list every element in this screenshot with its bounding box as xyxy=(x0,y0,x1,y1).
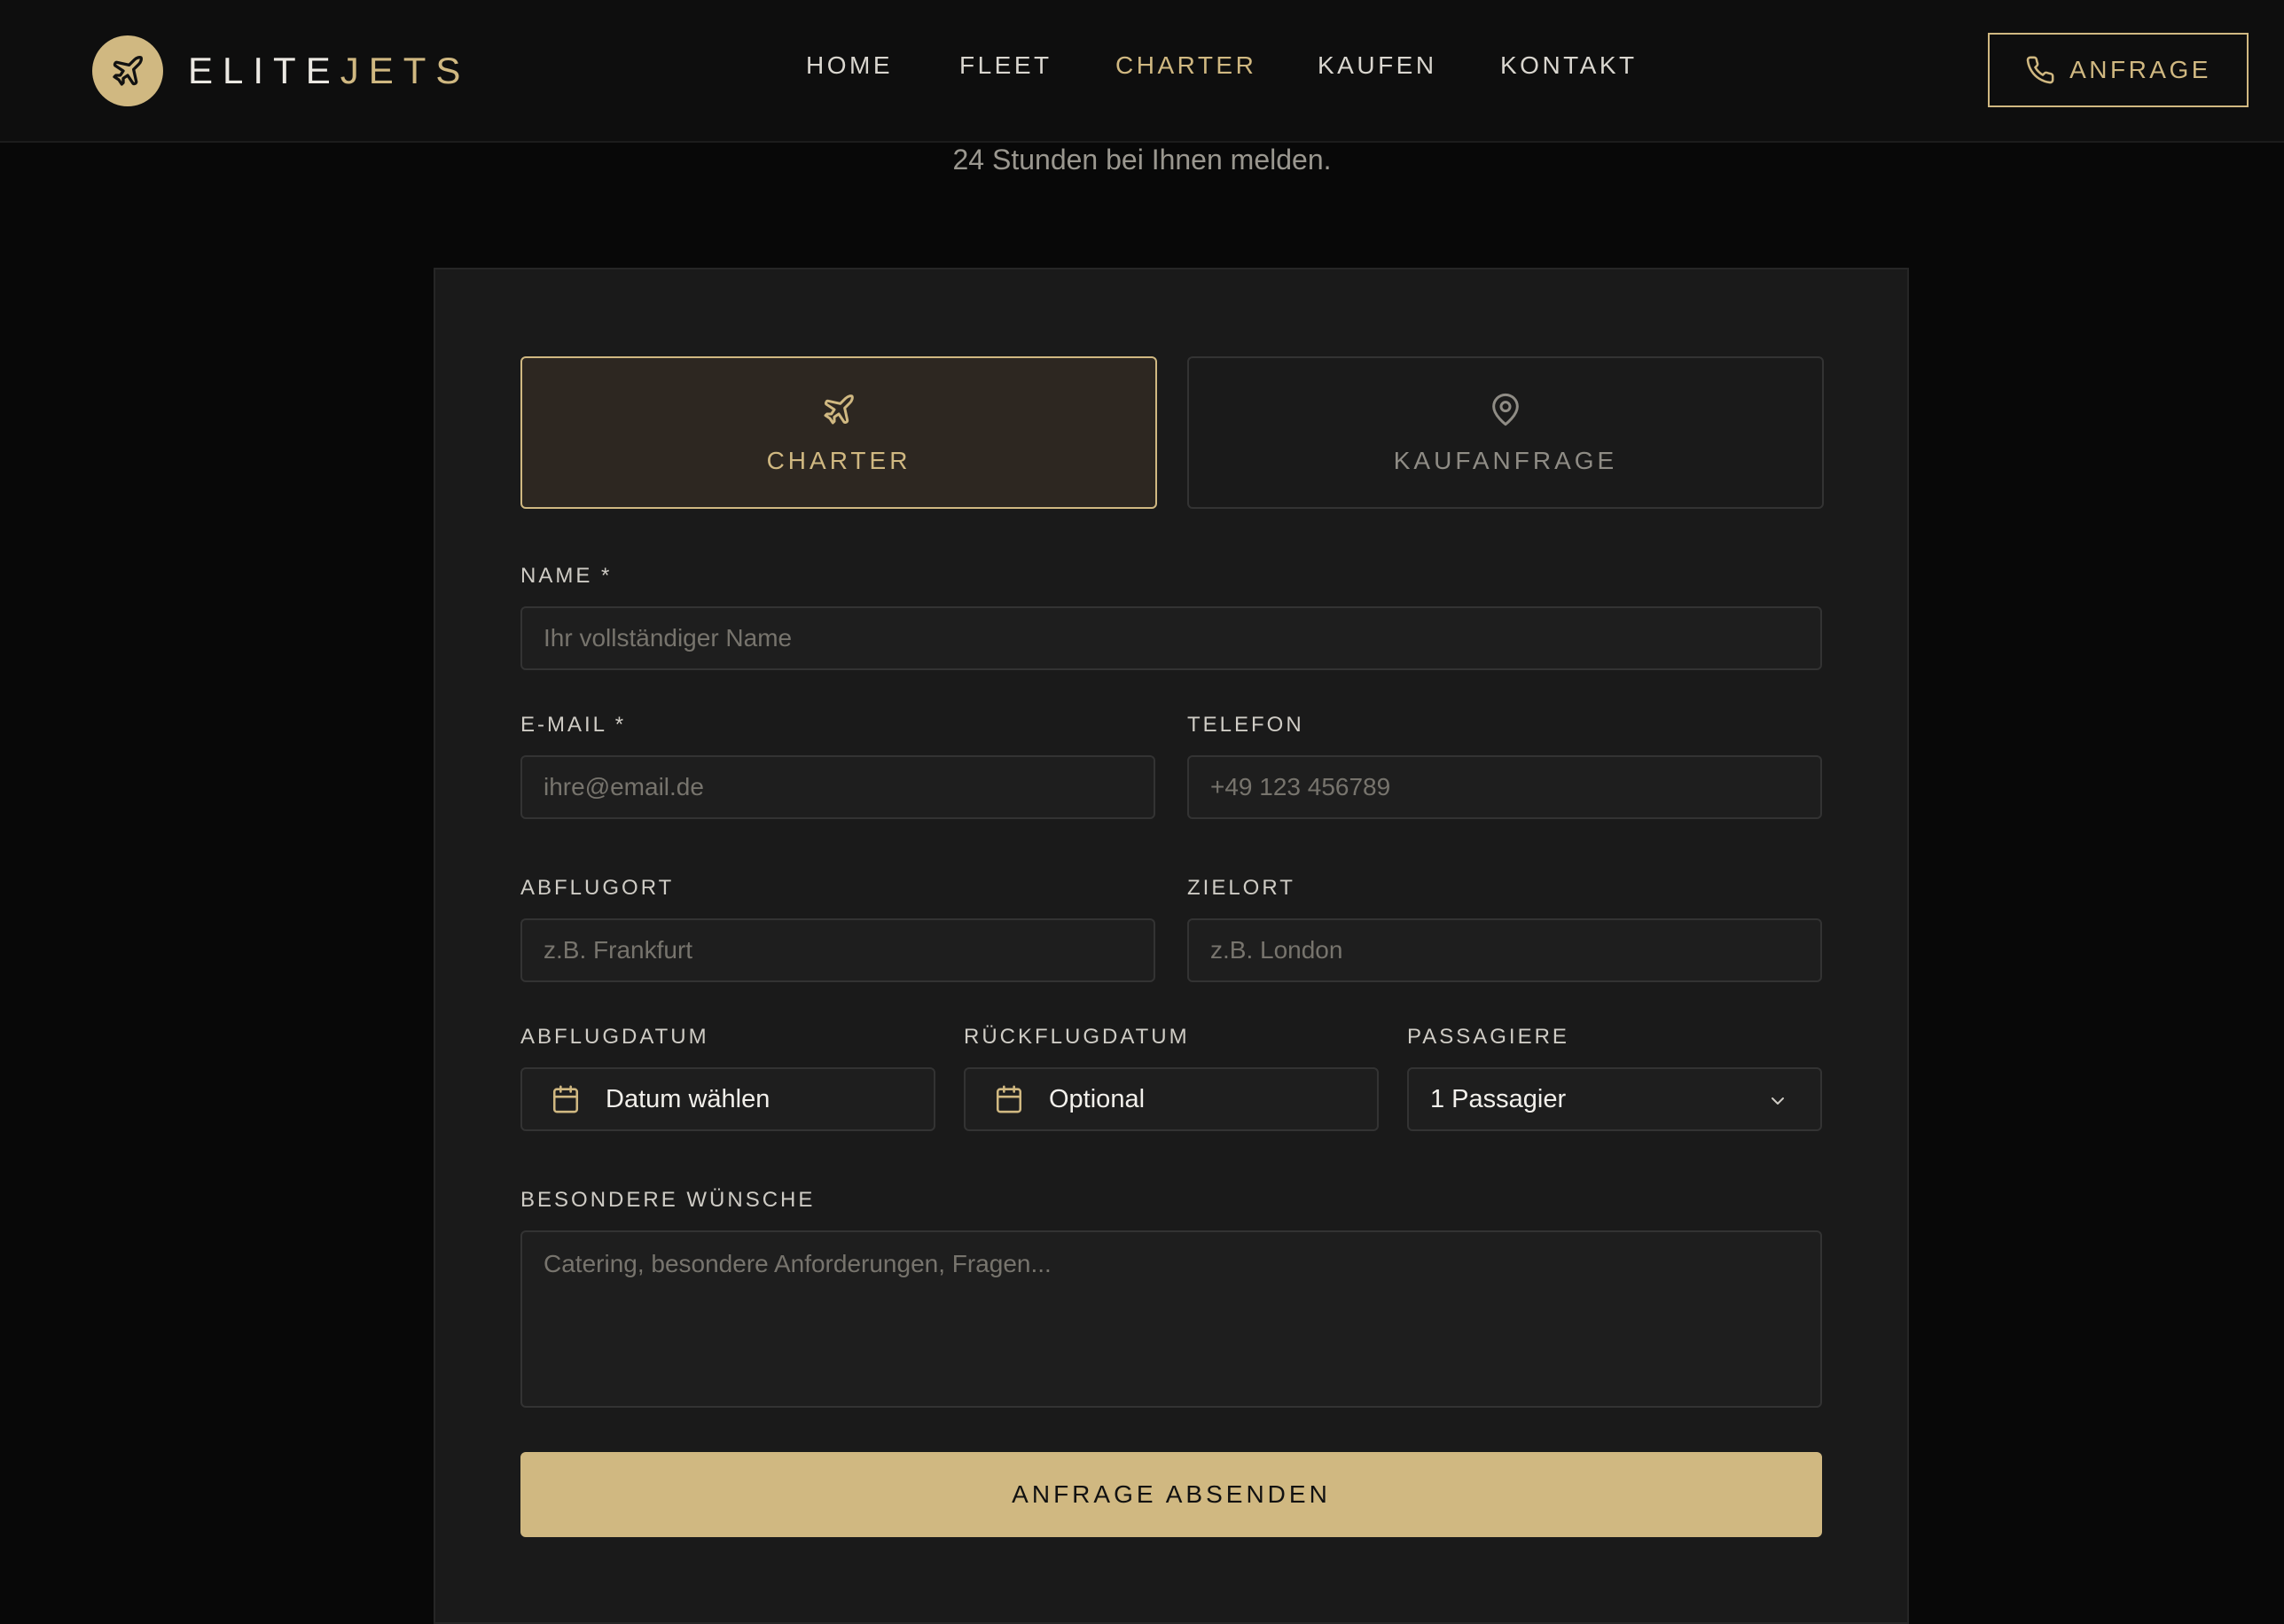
email-label: E-MAIL * xyxy=(520,713,627,737)
nav-item-fleet[interactable]: FLEET xyxy=(959,51,1052,80)
name-label: NAME * xyxy=(520,564,613,588)
nav-item-kaufen[interactable]: KAUFEN xyxy=(1318,51,1437,80)
tab-charter[interactable]: CHARTER xyxy=(520,356,1157,509)
return-date-label: RÜCKFLUGDATUM xyxy=(964,1025,1190,1049)
inquiry-form-card: CHARTER KAUFANFRAGE NAME * E-MAIL * TELE… xyxy=(434,268,1909,1624)
phone-input[interactable] xyxy=(1187,755,1822,819)
nav-item-charter[interactable]: CHARTER xyxy=(1115,51,1256,80)
passengers-label: PASSAGIERE xyxy=(1407,1025,1569,1049)
return-date-value: Optional xyxy=(1049,1084,1146,1113)
submit-button[interactable]: ANFRAGE ABSENDEN xyxy=(520,1452,1822,1537)
departure-input[interactable] xyxy=(520,918,1155,982)
passengers-value: 1 Passagier xyxy=(1430,1084,1567,1113)
wishes-label: BESONDERE WÜNSCHE xyxy=(520,1188,816,1212)
passengers-select[interactable]: 1 Passagier xyxy=(1407,1067,1822,1131)
map-pin-icon xyxy=(1488,390,1523,429)
nav-item-home[interactable]: HOME xyxy=(806,51,893,80)
departure-label: ABFLUGORT xyxy=(520,876,675,900)
return-date-picker[interactable]: Optional xyxy=(964,1067,1379,1131)
destination-label: ZIELORT xyxy=(1187,876,1295,900)
email-input[interactable] xyxy=(520,755,1155,819)
nav-item-kontakt[interactable]: KONTAKT xyxy=(1500,51,1638,80)
name-input[interactable] xyxy=(520,606,1822,670)
departure-date-value: Datum wählen xyxy=(606,1084,770,1113)
tab-kaufanfrage[interactable]: KAUFANFRAGE xyxy=(1187,356,1824,509)
destination-input[interactable] xyxy=(1187,918,1822,982)
wishes-textarea[interactable] xyxy=(520,1230,1822,1408)
phone-icon xyxy=(2026,56,2054,84)
tab-charter-label: CHARTER xyxy=(766,447,911,474)
phone-label: TELEFON xyxy=(1187,713,1304,737)
calendar-icon xyxy=(551,1084,581,1114)
chevron-down-icon xyxy=(1772,1097,1784,1105)
anfrage-button[interactable]: ANFRAGE xyxy=(1988,33,2249,107)
calendar-icon xyxy=(994,1084,1024,1114)
site-header: ELITE JETS HOME FLEET CHARTER KAUFEN KONT… xyxy=(0,0,2284,143)
anfrage-button-label: ANFRAGE xyxy=(2069,56,2211,83)
tab-kaufanfrage-label: KAUFANFRAGE xyxy=(1393,447,1618,474)
hero-subtitle: 24 Stunden bei Ihnen melden. xyxy=(952,144,1332,176)
main-nav: HOME FLEET CHARTER KAUFEN KONTAKT xyxy=(0,51,2284,90)
departure-date-label: ABFLUGDATUM xyxy=(520,1025,709,1049)
plane-icon xyxy=(821,390,856,429)
departure-date-picker[interactable]: Datum wählen xyxy=(520,1067,935,1131)
